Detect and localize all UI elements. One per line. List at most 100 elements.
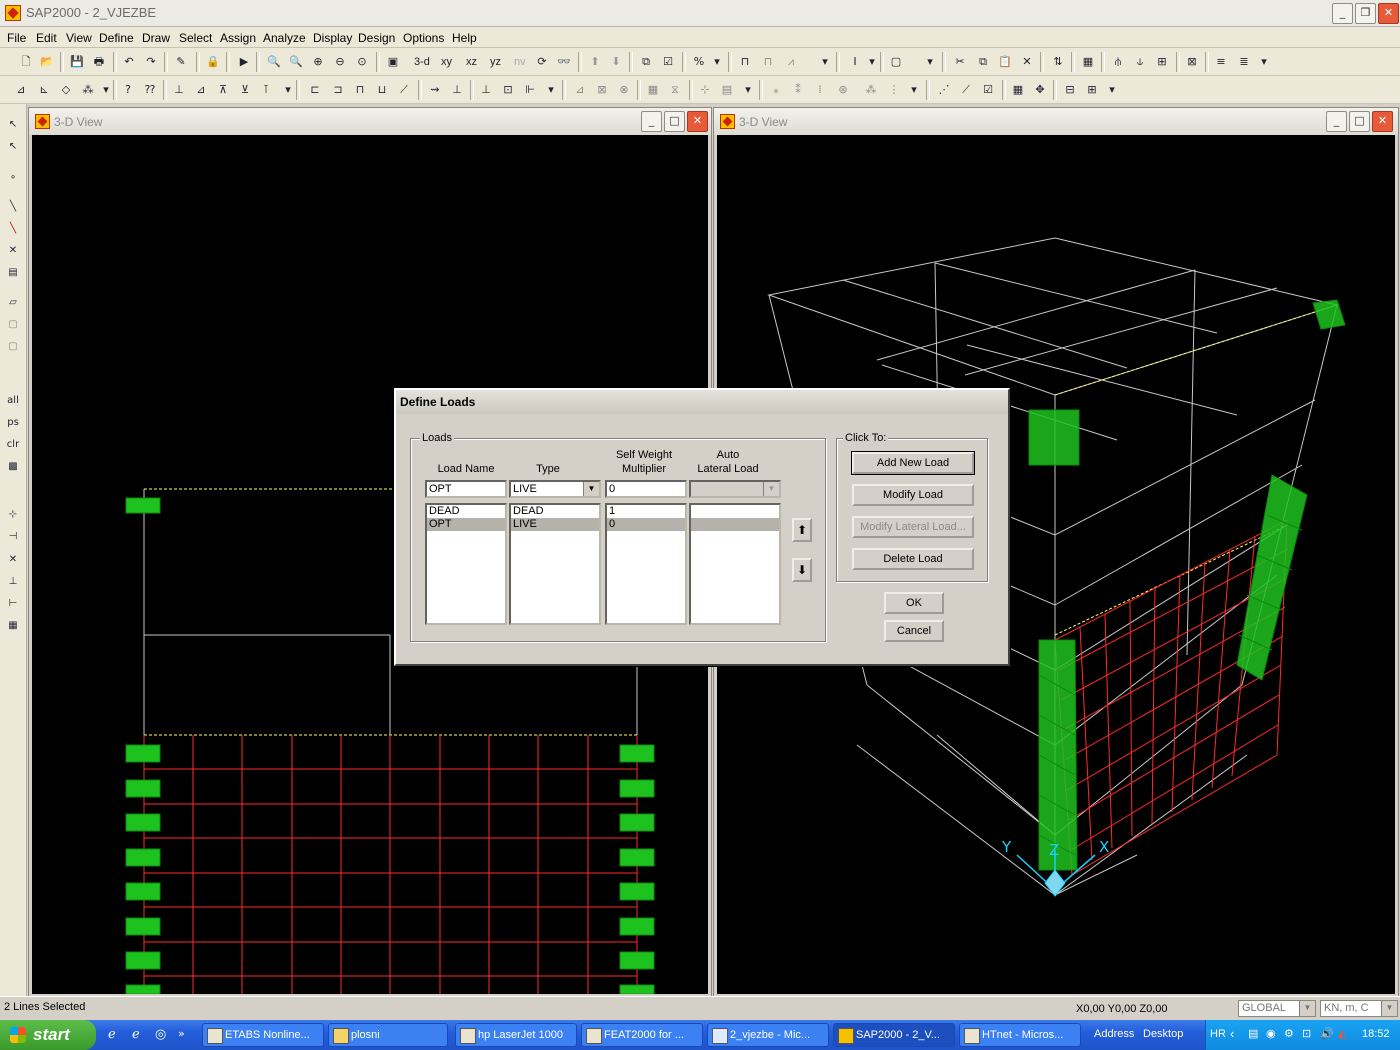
left-view-minimize-button[interactable]: _: [641, 111, 662, 132]
right-view-maximize-button[interactable]: □: [1349, 111, 1370, 132]
display-deformed-icon[interactable]: ⧖: [667, 82, 683, 98]
quick-draw-area-icon[interactable]: ▢: [4, 339, 22, 355]
load-type-list[interactable]: DEAD LIVE: [509, 503, 601, 625]
taskbar-item-etabs[interactable]: ETABS Nonline...: [202, 1023, 324, 1047]
load-type-select[interactable]: LIVE ▼: [509, 480, 601, 498]
list-item[interactable]: DEAD: [427, 505, 505, 518]
chevron-down-icon[interactable]: ▾: [1104, 82, 1120, 98]
replicate-icon[interactable]: ⇅: [1050, 54, 1066, 70]
auto-lateral-list[interactable]: [689, 503, 781, 625]
set-elements-icon[interactable]: ☑: [660, 54, 676, 70]
quicklaunch-ie-icon[interactable]: ℯ: [108, 1027, 124, 1043]
snap-perpendicular-icon[interactable]: ⊥: [4, 574, 22, 590]
right-view-close-button[interactable]: ✕: [1372, 111, 1393, 132]
snap-line-end-icon[interactable]: ⊢: [4, 596, 22, 612]
move-up-button[interactable]: ⬆: [792, 518, 812, 542]
design5-icon[interactable]: ⁂: [863, 82, 879, 98]
list-item[interactable]: OPT: [427, 518, 505, 531]
tray-expand-icon[interactable]: ‹: [1230, 1026, 1234, 1041]
menu-assign[interactable]: Assign: [220, 31, 256, 45]
joint-local-icon[interactable]: ⊻: [237, 82, 253, 98]
view-xz-button[interactable]: xz: [466, 54, 477, 70]
edit-grid-icon[interactable]: ⊠: [1184, 54, 1200, 70]
draw-special-icon[interactable]: ⊾: [36, 82, 52, 98]
menu-file[interactable]: File: [7, 31, 26, 45]
self-weight-multiplier-input[interactable]: 0: [605, 480, 687, 498]
load-name-input[interactable]: OPT: [425, 480, 507, 498]
pan-icon[interactable]: ⊙: [354, 54, 370, 70]
menu-define[interactable]: Define: [99, 31, 134, 45]
menu-design[interactable]: Design: [358, 31, 395, 45]
cancel-button[interactable]: Cancel: [884, 620, 944, 642]
list-item[interactable]: DEAD: [511, 505, 599, 518]
shell-temp-icon[interactable]: ⊗: [616, 82, 632, 98]
quicklaunch-chevron-icon[interactable]: »: [178, 1027, 194, 1043]
zoom-window-icon[interactable]: 🔍: [266, 54, 282, 70]
snap-move-icon[interactable]: ✥: [1032, 82, 1048, 98]
menu-display[interactable]: Display: [313, 31, 352, 45]
undo-icon[interactable]: ↶: [121, 54, 137, 70]
copy-icon[interactable]: ⧉: [975, 54, 991, 70]
view-nv-button[interactable]: nv: [514, 54, 526, 70]
frame-local-icon[interactable]: ⟋: [396, 82, 412, 98]
print-icon[interactable]: 🖶: [91, 54, 107, 70]
show-forces-icon[interactable]: ⊹: [697, 82, 713, 98]
move-down-button[interactable]: ⬇: [792, 558, 812, 582]
move-up-icon[interactable]: ⬆: [587, 54, 603, 70]
paste-icon[interactable]: 📋: [997, 54, 1013, 70]
menu-view[interactable]: View: [66, 31, 92, 45]
quicklaunch-ie2-icon[interactable]: ℯ: [132, 1027, 148, 1043]
joint-spring-icon[interactable]: ⊿: [193, 82, 209, 98]
snap-intersection-icon[interactable]: ✕: [4, 552, 22, 568]
design4-icon[interactable]: ⊛: [835, 82, 851, 98]
taskbar-item-printer[interactable]: hp LaserJet 1000: [455, 1023, 577, 1047]
divide-icon[interactable]: ⫛: [1110, 54, 1126, 70]
draw-link-icon[interactable]: ⁂: [80, 82, 96, 98]
desktop-toolbar[interactable]: Desktop: [1143, 1028, 1183, 1040]
zoom-restore-icon[interactable]: 🔍: [288, 54, 304, 70]
tray-network-icon[interactable]: ⊡: [1302, 1027, 1311, 1040]
chevron-down-icon[interactable]: ▾: [280, 82, 296, 98]
draw-grid-icon[interactable]: ⊿: [13, 82, 29, 98]
select-group-icon[interactable]: ⊞: [1084, 82, 1100, 98]
zoom-in-icon[interactable]: ⊕: [310, 54, 326, 70]
frame-temp-icon[interactable]: ⊩: [522, 82, 538, 98]
assign-icon[interactable]: ≡: [1213, 54, 1229, 70]
run-analysis-icon[interactable]: ▶: [236, 54, 252, 70]
load-name-list[interactable]: DEAD OPT: [425, 503, 507, 625]
joint-displ-icon[interactable]: ⊥: [449, 82, 465, 98]
truss-icon[interactable]: ⩘: [783, 54, 799, 70]
joint-load-icon[interactable]: ⇝: [427, 82, 443, 98]
chevron-down-icon[interactable]: ▾: [98, 82, 114, 98]
modify-load-button[interactable]: Modify Load: [852, 484, 974, 506]
chevron-down-icon[interactable]: ▾: [864, 54, 880, 70]
draw-brace-icon[interactable]: ▤: [4, 265, 22, 281]
joint-mass-icon[interactable]: ⊼: [215, 82, 231, 98]
close-button[interactable]: ✕: [1378, 3, 1399, 24]
frame-release-icon[interactable]: ⊐: [330, 82, 346, 98]
units-select[interactable]: KN, m, C ▼: [1320, 1000, 1398, 1017]
snap-line-icon[interactable]: ⟋: [958, 82, 974, 98]
move-down-icon[interactable]: ⬇: [608, 54, 624, 70]
chevron-down-icon[interactable]: ▾: [1256, 54, 1272, 70]
draw-rect-area-icon[interactable]: ▢: [4, 317, 22, 333]
chevron-down-icon[interactable]: ▼: [1299, 1001, 1315, 1016]
snap-grid-icon[interactable]: ▦: [1010, 82, 1026, 98]
new-file-icon[interactable]: 🗋: [18, 54, 34, 70]
percent-icon[interactable]: %: [691, 54, 707, 70]
multiplier-list[interactable]: 1 0: [605, 503, 687, 625]
lock-icon[interactable]: 🔒: [205, 54, 221, 70]
view-xy-button[interactable]: xy: [441, 54, 452, 70]
restore-button[interactable]: ❐: [1355, 3, 1376, 24]
draw-frame-icon[interactable]: ╲: [4, 199, 22, 215]
design3-icon[interactable]: ⁞: [812, 82, 828, 98]
mesh-icon[interactable]: ▦: [1080, 54, 1096, 70]
tray-settings-icon[interactable]: ⚙: [1284, 1027, 1294, 1040]
frame-icon[interactable]: ⊓: [737, 54, 753, 70]
right-view-minimize-button[interactable]: _: [1326, 111, 1347, 132]
clear-select-icon[interactable]: clr: [4, 437, 22, 453]
list-item[interactable]: [691, 518, 779, 531]
delete-icon[interactable]: ✕: [1019, 54, 1035, 70]
frame-output-icon[interactable]: ⊔: [374, 82, 390, 98]
display-options-icon[interactable]: ▢: [888, 54, 904, 70]
